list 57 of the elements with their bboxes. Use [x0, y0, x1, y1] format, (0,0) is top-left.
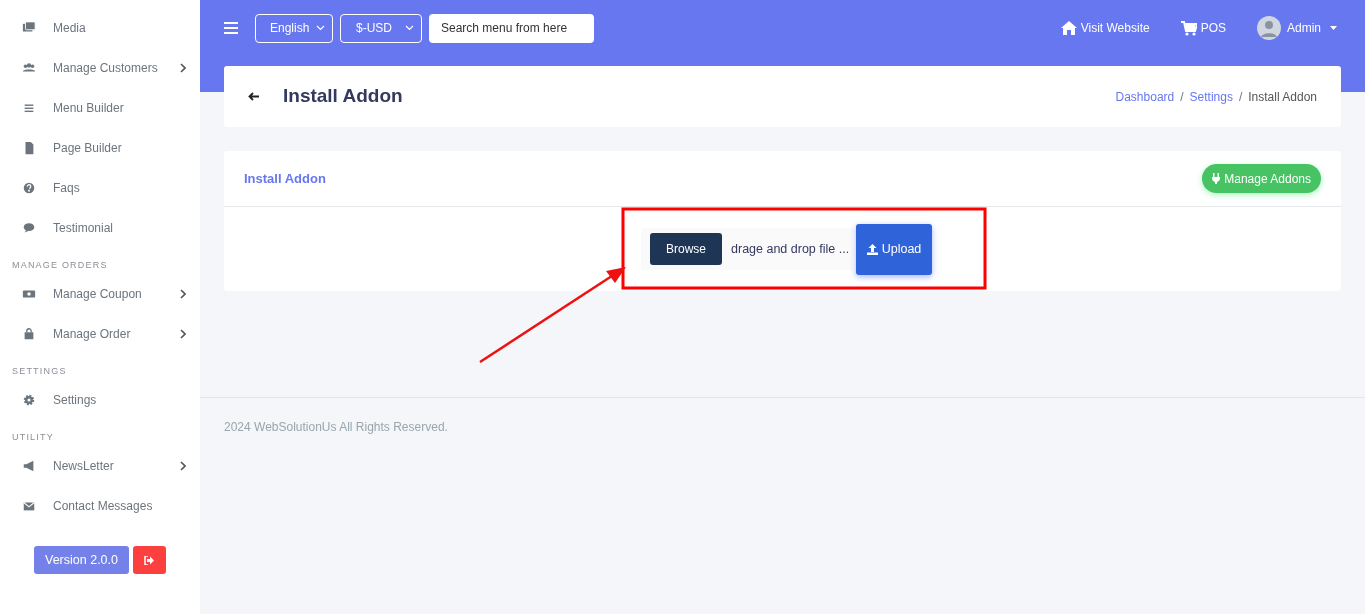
language-select[interactable]: English — [255, 13, 333, 43]
sidebar-item[interactable]: Manage Customers — [0, 48, 200, 88]
upload-icon — [866, 243, 878, 255]
breadcrumb-link[interactable]: Dashboard — [1115, 87, 1175, 106]
sidebar-item[interactable]: Testimonial — [0, 208, 200, 248]
logout-button[interactable] — [133, 546, 166, 574]
version-button[interactable]: Version 2.0.0 — [34, 546, 129, 574]
browse-button[interactable]: Browse — [650, 233, 722, 265]
menu-icon[interactable] — [224, 22, 238, 34]
menu-item-icon — [22, 393, 36, 407]
menu-item-icon — [22, 499, 36, 513]
footer-text: 2024 WebSolutionUs All Rights Reserved. — [224, 420, 448, 434]
logout-icon — [144, 555, 155, 565]
menu-item-icon — [22, 181, 36, 195]
section-heading: SETTINGS — [12, 364, 67, 378]
pos-link[interactable]: POS — [1180, 19, 1226, 37]
file-input[interactable]: Browse drage and drop file ... — [641, 228, 853, 270]
chevron-down-icon — [405, 25, 414, 31]
file-placeholder: drage and drop file ... — [731, 240, 850, 258]
sidebar-item[interactable]: Faqs — [0, 168, 200, 208]
menu-item-icon — [22, 21, 36, 35]
breadcrumb-separator: / — [1238, 88, 1243, 106]
sidebar-item[interactable]: Manage Order — [0, 314, 200, 354]
breadcrumb-current: Install Addon — [1248, 88, 1317, 106]
chevron-right-icon — [180, 329, 186, 339]
avatar-icon — [1257, 16, 1281, 40]
sidebar-item[interactable]: NewsLetter — [0, 446, 200, 486]
chevron-right-icon — [180, 461, 186, 471]
section-heading: MANAGE ORDERS — [12, 258, 108, 272]
chevron-right-icon — [180, 63, 186, 73]
cart-icon — [1180, 20, 1197, 36]
page-title: Install Addon — [283, 84, 403, 109]
plug-icon — [1212, 173, 1221, 184]
chevron-right-icon — [180, 289, 186, 299]
chevron-down-icon — [316, 25, 325, 31]
menu-item-icon — [22, 221, 36, 235]
visit-website-link[interactable]: Visit Website — [1060, 19, 1150, 37]
home-icon — [1060, 21, 1077, 35]
currency-select[interactable]: $-USD — [340, 13, 422, 43]
section-heading: UTILITY — [12, 430, 54, 444]
back-arrow-icon[interactable] — [248, 92, 259, 101]
menu-item-icon — [22, 459, 36, 473]
breadcrumb-link[interactable]: Settings — [1189, 87, 1233, 106]
breadcrumb-separator: / — [1180, 88, 1184, 106]
search-field[interactable]: Search menu from here — [429, 13, 594, 43]
menu-item-icon — [22, 61, 36, 75]
sidebar-item[interactable]: Settings — [0, 380, 200, 420]
sidebar-item[interactable]: Manage Coupon — [0, 274, 200, 314]
upload-button[interactable]: Upload — [856, 223, 932, 275]
card-title: Install Addon — [244, 169, 326, 188]
user-menu[interactable]: Admin — [1257, 16, 1337, 40]
caret-icon — [1330, 26, 1337, 30]
sidebar-item[interactable]: Contact Messages — [0, 486, 200, 526]
sidebar-item[interactable]: Menu Builder — [0, 88, 200, 128]
sidebar-item[interactable]: Media — [0, 8, 200, 48]
menu-item-icon — [22, 327, 36, 341]
sidebar-item[interactable]: Page Builder — [0, 128, 200, 168]
